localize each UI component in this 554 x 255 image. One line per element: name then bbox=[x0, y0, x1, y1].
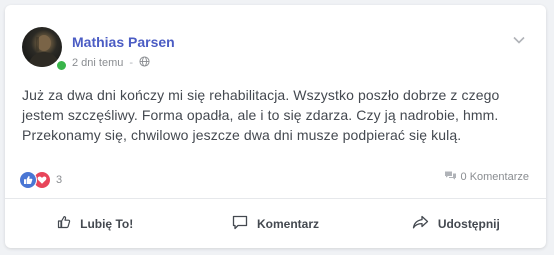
comment-button-label: Komentarz bbox=[256, 216, 319, 231]
post-author-name[interactable]: Mathias Parsen bbox=[72, 34, 175, 50]
post-timestamp[interactable]: 2 dni temu bbox=[72, 57, 123, 69]
comments-count-label: 0 Komentarze bbox=[460, 171, 529, 183]
meta-separator: - bbox=[129, 57, 134, 69]
share-button[interactable]: Udostępnij bbox=[366, 199, 546, 248]
comments-count-link[interactable]: 0 Komentarze bbox=[444, 170, 529, 184]
share-button-label: Udostępnij bbox=[437, 216, 500, 231]
post-actions: Lubię To! Komentarz Udostępnij bbox=[5, 199, 546, 248]
thumbs-up-icon bbox=[57, 215, 71, 232]
online-status-indicator bbox=[55, 59, 68, 72]
reactions-count: 3 bbox=[56, 174, 63, 186]
comment-icon bbox=[232, 215, 248, 233]
like-button-label: Lubię To! bbox=[80, 216, 134, 231]
share-icon bbox=[412, 215, 429, 232]
like-button[interactable]: Lubię To! bbox=[5, 199, 185, 248]
chevron-down-icon[interactable] bbox=[512, 33, 526, 47]
post-text: Już za dwa dni kończy mi się rehabilitac… bbox=[22, 87, 500, 143]
comments-icon bbox=[444, 170, 457, 184]
globe-icon bbox=[139, 56, 150, 70]
comment-button[interactable]: Komentarz bbox=[185, 199, 365, 248]
post-meta: 2 dni temu - bbox=[72, 56, 150, 70]
reactions-summary[interactable]: 3 bbox=[19, 171, 62, 189]
thumbs-up-icon bbox=[19, 171, 37, 189]
post-card: Mathias Parsen 2 dni temu - Już za dwa d… bbox=[5, 5, 546, 248]
